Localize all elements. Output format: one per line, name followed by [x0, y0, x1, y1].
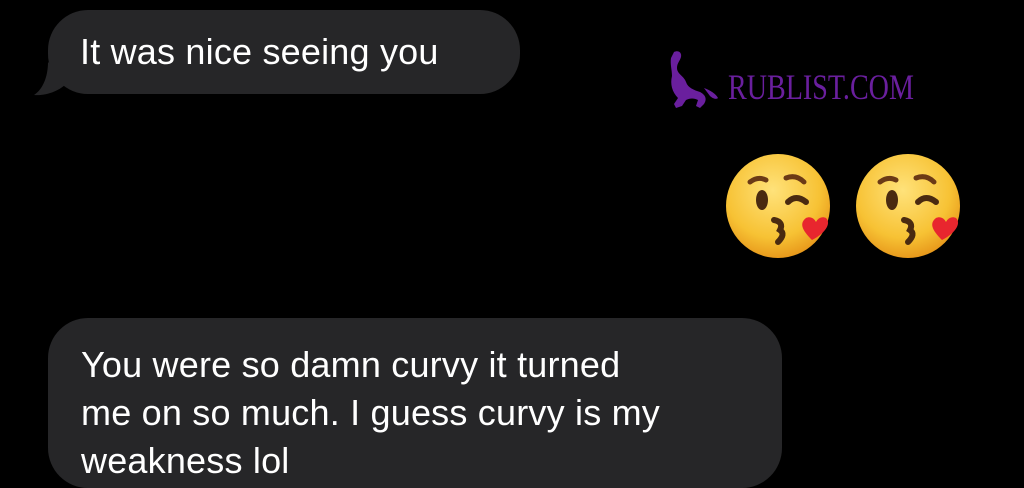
watermark-figure-icon	[670, 51, 718, 108]
watermark-logo: RUBLIST.COM	[664, 48, 954, 112]
face-blowing-kiss-icon	[856, 154, 960, 258]
face-blowing-kiss-icon	[726, 154, 830, 258]
bubble-tail-icon	[34, 62, 68, 96]
message-text: It was nice seeing you	[80, 31, 439, 72]
incoming-message-bubble[interactable]: It was nice seeing you	[48, 10, 520, 94]
message-text: You were so damn curvy it turned me on s…	[81, 344, 660, 481]
watermark-text: RUBLIST.COM	[728, 67, 914, 107]
outgoing-emoji-message[interactable]	[724, 152, 974, 262]
incoming-message-bubble[interactable]: You were so damn curvy it turned me on s…	[48, 318, 782, 488]
